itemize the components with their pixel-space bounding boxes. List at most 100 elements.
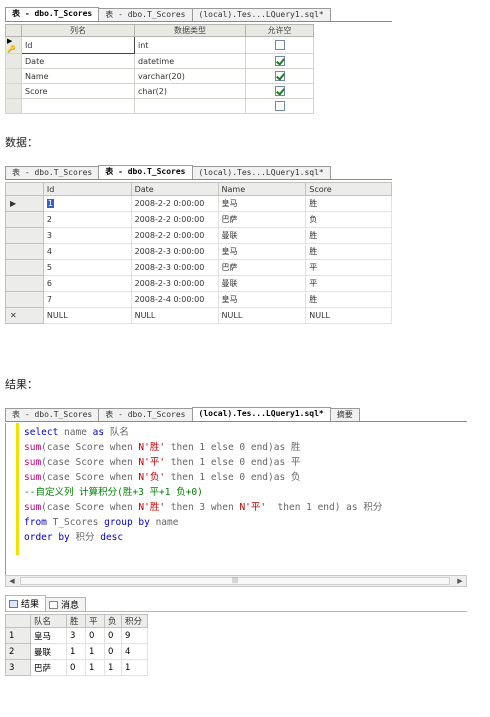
tab-table-design[interactable]: 表 - dbo.T_Scores [5,408,100,421]
scroll-left-icon[interactable]: ◀ [7,577,17,586]
name-cell[interactable]: 皇马 [217,195,307,212]
date-cell[interactable]: NULL [130,307,219,324]
name-cell[interactable]: 巴萨 [217,211,307,228]
date-cell[interactable]: 2008-2-3 0:00:00 [130,275,219,292]
id-cell[interactable]: 1 [42,195,132,212]
row-selector[interactable] [5,53,22,69]
column-header-draw[interactable]: 平 [85,614,105,628]
allow-null-checkbox[interactable] [274,101,285,111]
tab-table-design[interactable]: 表 - dbo.T_Scores [5,7,100,21]
column-header-points[interactable]: 积分 [121,614,148,628]
name-cell[interactable]: 巴萨 [217,259,307,276]
loss-cell[interactable]: 0 [104,627,122,644]
id-cell[interactable]: 3 [42,227,132,244]
table-row[interactable]: 2 2008-2-2 0:00:00 巴萨 负 [5,211,392,228]
table-row[interactable]: 5 2008-2-3 0:00:00 巴萨 平 [5,259,392,276]
draw-cell[interactable]: 1 [85,659,105,676]
data-type-cell[interactable]: datetime [134,53,246,69]
row-selector[interactable] [5,68,22,84]
allow-null-checkbox[interactable] [274,71,285,81]
id-cell[interactable]: 4 [42,243,132,260]
tab-table-data[interactable]: 表 - dbo.T_Scores [98,408,193,421]
row-selector[interactable] [5,291,44,308]
tab-table-data[interactable]: 表 - dbo.T_Scores [98,165,193,179]
column-header-team[interactable]: 队名 [30,614,67,628]
date-cell[interactable]: 2008-2-3 0:00:00 [130,259,219,276]
column-header-date[interactable]: Date [130,182,219,196]
table-row[interactable]: 3 2008-2-2 0:00:00 曼联 胜 [5,227,392,244]
table-row[interactable]: 4 2008-2-3 0:00:00 皇马 胜 [5,243,392,260]
id-cell[interactable]: 6 [42,275,132,292]
score-cell[interactable]: 胜 [305,195,392,212]
team-cell[interactable]: 巴萨 [30,659,67,676]
name-cell[interactable]: 皇马 [217,243,307,260]
id-cell[interactable]: 7 [42,291,132,308]
row-selector[interactable] [5,83,22,99]
tab-query[interactable]: (local).Tes...LQuery1.sql* [191,407,331,421]
column-row[interactable]: Date datetime [5,53,314,69]
table-row[interactable]: ▶ 1 2008-2-2 0:00:00 皇马 胜 [5,195,392,212]
row-selector[interactable] [5,275,44,292]
win-cell[interactable]: 1 [66,643,86,660]
table-row[interactable]: 1 皇马 3 0 0 9 [5,627,148,644]
row-number[interactable]: 3 [5,659,31,676]
date-cell[interactable]: 2008-2-2 0:00:00 [130,211,219,228]
points-cell[interactable]: 4 [121,643,148,660]
table-row[interactable]: 7 2008-2-4 0:00:00 皇马 胜 [5,291,392,308]
name-cell[interactable]: 曼联 [217,227,307,244]
name-cell[interactable]: 曼联 [217,275,307,292]
score-cell[interactable]: 胜 [305,227,392,244]
allow-null-cell[interactable] [245,83,314,99]
name-cell[interactable]: NULL [217,307,307,324]
id-cell[interactable]: 5 [42,259,132,276]
allow-null-cell[interactable] [245,36,314,54]
current-row-indicator[interactable]: ▶ [5,195,44,212]
allow-null-checkbox[interactable] [274,40,285,50]
date-cell[interactable]: 2008-2-4 0:00:00 [130,291,219,308]
data-type-cell[interactable]: char(2) [134,83,246,99]
date-cell[interactable]: 2008-2-3 0:00:00 [130,243,219,260]
team-cell[interactable]: 曼联 [30,643,67,660]
scroll-right-icon[interactable]: ▶ [455,577,465,586]
row-selector[interactable] [5,98,22,114]
allow-null-cell[interactable] [245,53,314,69]
new-row[interactable]: ✕ NULL NULL NULL NULL [5,307,392,324]
score-cell[interactable]: 胜 [305,243,392,260]
win-cell[interactable]: 0 [66,659,86,676]
column-name-cell[interactable] [21,98,135,114]
score-cell[interactable]: 负 [305,211,392,228]
id-cell[interactable]: NULL [42,307,132,324]
points-cell[interactable]: 9 [121,627,148,644]
date-cell[interactable]: 2008-2-2 0:00:00 [130,195,219,212]
column-header-loss[interactable]: 负 [104,614,122,628]
column-name-cell[interactable]: Score [21,83,135,99]
draw-cell[interactable]: 1 [85,643,105,660]
tab-query[interactable]: (local).Tes...LQuery1.sql* [191,166,331,179]
row-selector[interactable] [5,227,44,244]
horizontal-scrollbar[interactable]: ◀ ||| ▶ [5,575,467,587]
id-cell[interactable]: 2 [42,211,132,228]
team-cell[interactable]: 皇马 [30,627,67,644]
sql-code-area[interactable]: select name as 队名 sum(case Score when N'胜… [5,423,467,583]
tab-messages[interactable]: 消息 [45,597,87,611]
column-name-cell[interactable]: Date [21,53,135,69]
sql-text[interactable]: select name as 队名 sum(case Score when N'胜… [24,425,382,545]
column-row[interactable]: ▶🔑 Id int [5,36,314,54]
allow-null-checkbox[interactable] [274,56,285,66]
draw-cell[interactable]: 0 [85,627,105,644]
tab-summary[interactable]: 摘要 [329,408,360,421]
row-number[interactable]: 1 [5,627,31,644]
column-row[interactable]: Score char(2) [5,83,314,99]
data-type-cell[interactable]: varchar(20) [134,68,246,84]
row-selector[interactable] [5,243,44,260]
column-header-score[interactable]: Score [305,182,392,196]
table-row[interactable]: 3 巴萨 0 1 1 1 [5,659,148,676]
tab-table-design[interactable]: 表 - dbo.T_Scores [5,166,100,179]
table-row[interactable]: 6 2008-2-3 0:00:00 曼联 平 [5,275,392,292]
data-type-cell[interactable]: int [134,36,246,54]
column-name-cell[interactable]: Name [21,68,135,84]
table-row[interactable]: 2 曼联 1 1 0 4 [5,643,148,660]
loss-cell[interactable]: 0 [104,643,122,660]
data-type-cell[interactable] [134,98,246,114]
name-cell[interactable]: 皇马 [217,291,307,308]
